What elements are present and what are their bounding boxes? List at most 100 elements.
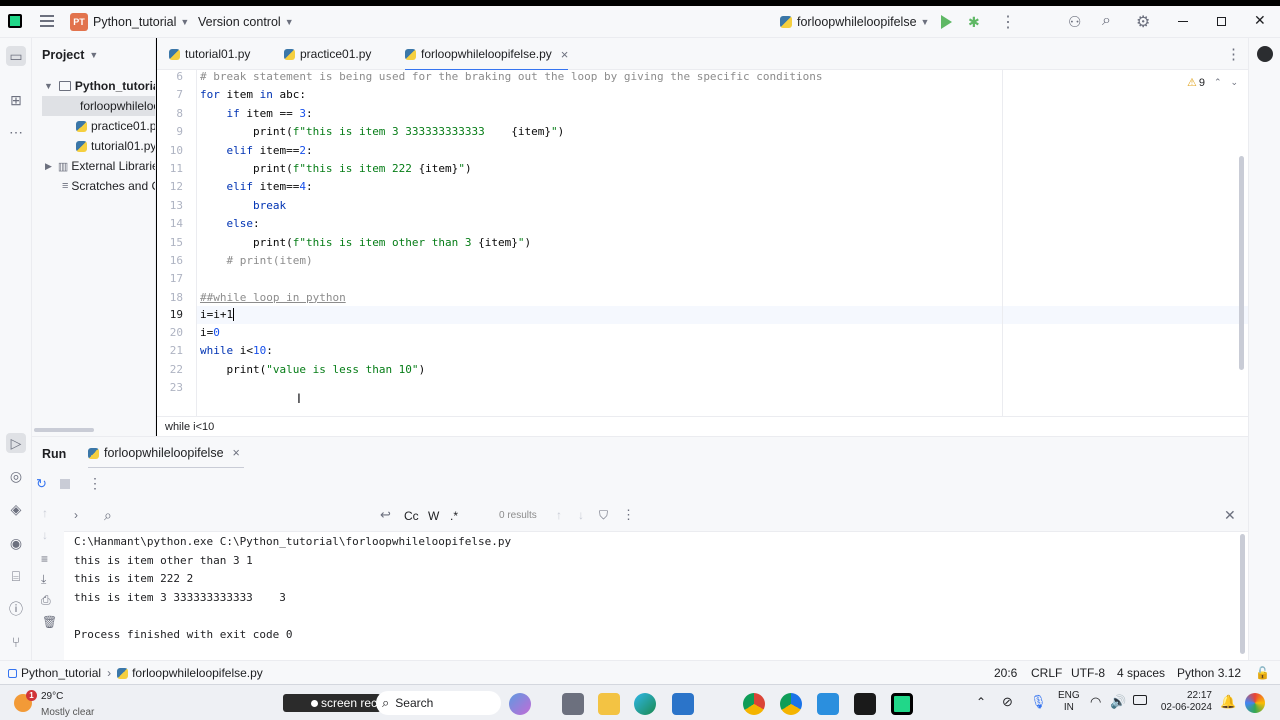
tree-item-file[interactable]: tutorial01.py: [32, 136, 155, 156]
weather-widget[interactable]: 1 29°C Mostly clear: [12, 689, 122, 719]
layers-icon[interactable]: ◈: [6, 499, 26, 519]
copilot-icon[interactable]: [509, 693, 531, 715]
chrome-dev-icon[interactable]: [780, 693, 802, 715]
pycharm-icon[interactable]: [891, 693, 913, 715]
trash-icon[interactable]: 🗑: [42, 615, 57, 629]
debug-icon[interactable]: ✱: [968, 14, 980, 31]
volume-icon[interactable]: 🔊: [1110, 694, 1126, 710]
caret-position[interactable]: 20:6: [994, 661, 1017, 685]
stop-icon[interactable]: [60, 479, 70, 489]
python-console-icon[interactable]: ◎: [6, 466, 26, 486]
problems-icon[interactable]: ⓘ: [6, 599, 26, 619]
app-icon[interactable]: [854, 693, 876, 715]
minimize-icon[interactable]: [1178, 21, 1188, 22]
edge-icon[interactable]: [634, 693, 656, 715]
run-tool-icon[interactable]: ▷: [6, 433, 26, 453]
network-icon[interactable]: ⊘: [1002, 694, 1013, 710]
taskbar-search[interactable]: ⌕ Search: [376, 691, 501, 715]
status-path[interactable]: Python_tutorial › forloopwhileloopifelse…: [8, 661, 263, 685]
close-tab-icon[interactable]: ×: [561, 47, 569, 62]
vertical-scrollbar[interactable]: [1239, 156, 1244, 370]
close-search-icon[interactable]: ✕: [1224, 507, 1236, 524]
wifi-icon[interactable]: ◠: [1090, 694, 1101, 710]
maximize-icon[interactable]: [1217, 17, 1226, 26]
store-icon[interactable]: [672, 693, 694, 715]
lock-icon[interactable]: 🔓: [1255, 661, 1270, 685]
run-icon[interactable]: [941, 15, 952, 29]
tree-item-scratches[interactable]: ≡ Scratches and Consoles: [32, 176, 155, 196]
tab-practice01[interactable]: practice01.py: [284, 38, 371, 70]
clock[interactable]: 22:17 02-06-2024: [1160, 690, 1212, 714]
match-case-toggle[interactable]: Cc: [404, 509, 419, 523]
mic-icon[interactable]: 🎙: [1030, 694, 1047, 710]
tab-forloopwhileloopifelse[interactable]: forloopwhileloopifelse.py ×: [405, 38, 569, 71]
git-icon[interactable]: ⑂: [6, 632, 26, 652]
tree-item-file[interactable]: forloopwhileloopifelse.py: [42, 96, 155, 116]
tab-tutorial01[interactable]: tutorial01.py: [169, 38, 250, 70]
notifications-icon[interactable]: [1257, 46, 1273, 62]
words-toggle[interactable]: W: [428, 509, 439, 523]
more-actions-icon[interactable]: ⋮: [1000, 12, 1016, 32]
prev-match-icon[interactable]: ↑: [556, 508, 562, 522]
search-icon[interactable]: ⌕: [104, 507, 112, 524]
notification-bell-icon[interactable]: 🔔: [1220, 694, 1236, 710]
search-icon[interactable]: ⌕: [1102, 12, 1111, 30]
project-panel-header[interactable]: Project ▼: [42, 48, 98, 62]
arrow-down-icon[interactable]: ↓: [42, 528, 48, 542]
breadcrumb[interactable]: while i<10: [157, 416, 1248, 436]
file-encoding[interactable]: UTF-8: [1071, 661, 1105, 685]
soft-wrap-icon[interactable]: ≡: [41, 552, 48, 566]
chevron-down-icon[interactable]: ⌄: [1231, 77, 1239, 88]
more-tools-icon[interactable]: ⋯: [6, 122, 26, 142]
close-tab-icon[interactable]: ×: [233, 446, 240, 460]
console-scrollbar[interactable]: [1240, 534, 1245, 654]
add-user-icon[interactable]: ⚇: [1068, 13, 1081, 31]
search-input[interactable]: [122, 506, 372, 526]
console-output[interactable]: C:\Hanmant\python.exe C:\Python_tutorial…: [64, 532, 1248, 660]
chevron-right-icon[interactable]: ›: [74, 508, 78, 522]
scroll-to-end-icon[interactable]: ⤓: [41, 572, 46, 587]
tree-item-file[interactable]: practice01.py: [32, 116, 155, 136]
language-indicator[interactable]: ENG IN: [1058, 690, 1080, 714]
inspection-widget[interactable]: ⚠ 9 ⌃ ⌄: [1187, 76, 1239, 90]
line-separator[interactable]: CRLF: [1031, 661, 1062, 685]
main-menu-icon[interactable]: [40, 15, 54, 27]
indent-setting[interactable]: 4 spaces: [1117, 661, 1165, 685]
horizontal-scrollbar[interactable]: [34, 428, 94, 432]
print-icon[interactable]: ⎙: [41, 593, 51, 608]
python-interpreter[interactable]: Python 3.12: [1177, 661, 1241, 685]
code-editor[interactable]: 6 7 8 9 10 11 12 13 14 15 16 17 18 19 20…: [157, 70, 1248, 416]
structure-icon[interactable]: ⊞: [6, 90, 26, 110]
regex-toggle[interactable]: .*: [450, 509, 458, 523]
more-actions-icon[interactable]: ⋮: [88, 475, 102, 492]
line-number: 6: [176, 70, 183, 83]
settings-gear-icon[interactable]: ⚙: [1136, 12, 1150, 32]
breadcrumb-item[interactable]: while i<10: [165, 421, 214, 433]
chrome-icon[interactable]: [743, 693, 765, 715]
app-logo-icon[interactable]: [8, 14, 22, 28]
project-switcher[interactable]: PT Python_tutorial ▼: [70, 6, 189, 38]
terminal-icon[interactable]: ⌸: [6, 566, 26, 586]
tree-item-root[interactable]: ▼ Python_tutorial: [32, 76, 155, 96]
more-actions-icon[interactable]: ⋮: [622, 507, 635, 523]
colorful-app-icon[interactable]: [1245, 693, 1265, 713]
task-view-icon[interactable]: [562, 693, 584, 715]
next-match-icon[interactable]: ↓: [578, 508, 584, 522]
battery-icon[interactable]: [1133, 695, 1147, 705]
vcs-menu[interactable]: Version control ▼: [198, 6, 294, 38]
run-config-selector[interactable]: forloopwhileloopifelse ▼: [780, 6, 929, 38]
chevron-up-icon[interactable]: ⌃: [976, 695, 986, 709]
services-icon[interactable]: ◉: [6, 533, 26, 553]
file-explorer-icon[interactable]: [598, 693, 620, 715]
project-folder-icon[interactable]: ▭: [6, 46, 26, 66]
close-window-icon[interactable]: ✕: [1254, 12, 1266, 29]
tabs-more-icon[interactable]: ⋮: [1226, 45, 1241, 63]
chevron-up-icon[interactable]: ⌃: [1214, 77, 1222, 88]
run-tab[interactable]: forloopwhileloopifelse ×: [88, 437, 240, 469]
filter-icon[interactable]: ⛉: [599, 508, 608, 523]
vscode-icon[interactable]: [817, 693, 839, 715]
rerun-icon[interactable]: ↻: [36, 476, 47, 492]
arrow-up-icon[interactable]: ↑: [42, 506, 48, 520]
tree-item-libraries[interactable]: ▶ ▥ External Libraries: [32, 156, 155, 176]
newline-icon[interactable]: ↩: [380, 507, 391, 523]
